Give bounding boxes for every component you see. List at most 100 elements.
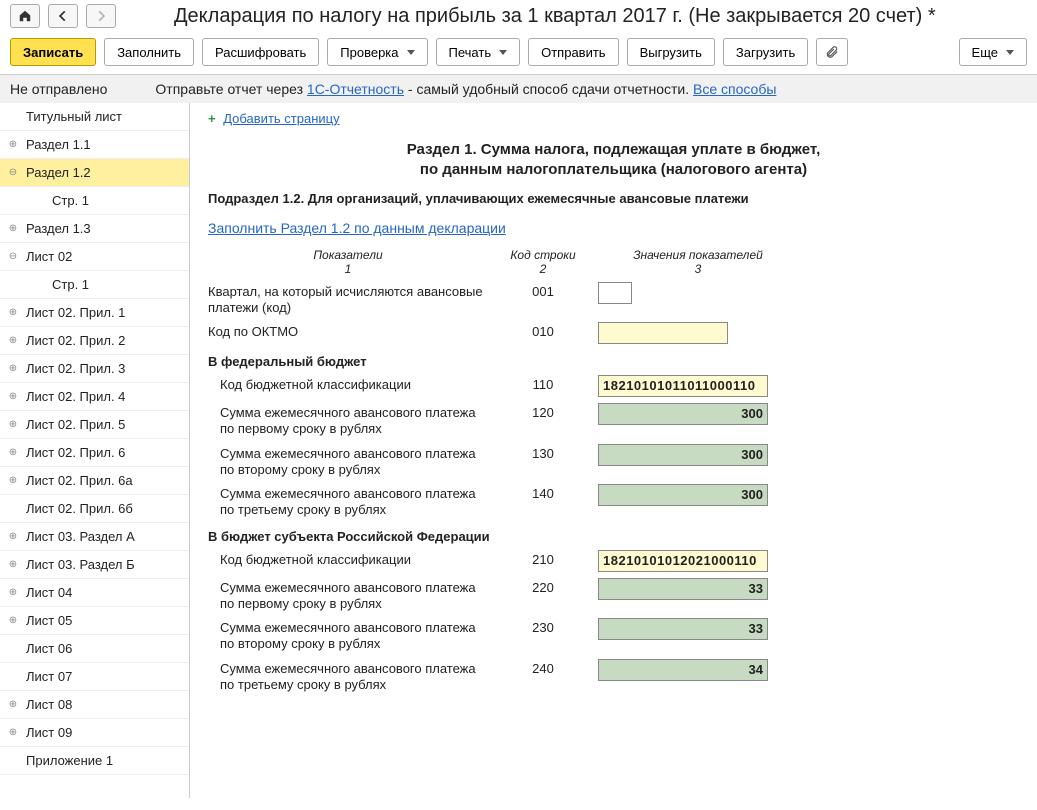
tree-toggle-icon[interactable]: ⊖ (6, 250, 20, 264)
tree-toggle-icon[interactable]: ⊕ (6, 698, 20, 712)
row-label: Сумма ежемесячного авансового платежа по… (208, 484, 488, 519)
subsection-title: Подраздел 1.2. Для организаций, уплачива… (208, 191, 1019, 206)
tree-item[interactable]: ⊕Лист 09 (0, 719, 189, 747)
row-reg-m2: Сумма ежемесячного авансового платежа по… (208, 618, 1019, 653)
row-code: 120 (498, 403, 588, 420)
tree-toggle-icon[interactable]: ⊕ (6, 418, 20, 432)
tree-item-label: Стр. 1 (52, 193, 89, 208)
tree-item-label: Лист 02. Прил. 1 (26, 305, 125, 320)
tree-item-label: Приложение 1 (26, 753, 113, 768)
tree-item[interactable]: ⊕ Лист 02. Прил. 6а (0, 467, 189, 495)
tree-item[interactable]: Лист 02. Прил. 6б (0, 495, 189, 523)
row-fed-kbk: Код бюджетной классификации 110 18210101… (208, 375, 1019, 397)
row-label: Код бюджетной классификации (208, 550, 488, 568)
tree-item-label: Лист 03. Раздел Б (26, 557, 135, 572)
row-label: Код по ОКТМО (208, 322, 488, 340)
tree-toggle-icon[interactable]: ⊕ (6, 586, 20, 600)
tree-toggle-icon[interactable]: ⊕ (6, 334, 20, 348)
toolbar: Записать Заполнить Расшифровать Проверка… (0, 28, 1037, 75)
tree-toggle-icon[interactable]: ⊕ (6, 614, 20, 628)
tree-item[interactable]: Титульный лист (0, 103, 189, 131)
row-label: Код бюджетной классификации (208, 375, 488, 393)
tree-item[interactable]: ⊕Лист 02. Прил. 5 (0, 411, 189, 439)
write-button[interactable]: Записать (10, 38, 96, 66)
tree-toggle-icon[interactable]: ⊕ (6, 446, 20, 460)
tree-item[interactable]: ⊕ Лист 02. Прил. 1 (0, 299, 189, 327)
tree-item[interactable]: Лист 07 (0, 663, 189, 691)
fill-button[interactable]: Заполнить (104, 38, 194, 66)
tree-item[interactable]: ⊕ Лист 02. Прил. 3 (0, 355, 189, 383)
status-hint: Отправьте отчет через 1С-Отчетность - са… (155, 81, 776, 97)
tree-item[interactable]: ⊖Раздел 1.2 (0, 159, 189, 187)
forward-button[interactable] (86, 4, 116, 28)
home-button[interactable] (10, 4, 40, 28)
back-button[interactable] (48, 4, 78, 28)
reg-m1-input[interactable]: 33 (598, 578, 768, 600)
tree-item[interactable]: ⊕ Лист 02. Прил. 6 (0, 439, 189, 467)
tree-item-label: Лист 02. Прил. 6 (26, 445, 125, 460)
tree-toggle-icon[interactable]: ⊕ (6, 530, 20, 544)
tree-item-label: Лист 02. Прил. 3 (26, 361, 125, 376)
tree-item-label: Лист 02. Прил. 6б (26, 501, 133, 516)
fed-m3-input[interactable]: 300 (598, 484, 768, 506)
check-button[interactable]: Проверка (327, 38, 427, 66)
status-link-all[interactable]: Все способы (693, 81, 776, 97)
tree-item[interactable]: ⊕ Лист 04 (0, 579, 189, 607)
tree-toggle-icon[interactable]: ⊕ (6, 390, 20, 404)
row-code: 130 (498, 444, 588, 461)
oktmo-input[interactable] (598, 322, 728, 344)
tree-item[interactable]: Стр. 1 (0, 187, 189, 215)
tree-item[interactable]: ⊕Лист 02. Прил. 4 (0, 383, 189, 411)
tree-toggle-icon[interactable]: ⊕ (6, 306, 20, 320)
tree-item[interactable]: Стр. 1 (0, 271, 189, 299)
row-code: 140 (498, 484, 588, 501)
row-label: Сумма ежемесячного авансового платежа по… (208, 403, 488, 438)
tree-item-label: Лист 02. Прил. 6а (26, 473, 133, 488)
reg-kbk-input[interactable]: 18210101012021000110 (598, 550, 768, 572)
decode-button[interactable]: Расшифровать (202, 38, 319, 66)
section-tree[interactable]: Титульный лист⊕Раздел 1.1⊖Раздел 1.2 Стр.… (0, 103, 190, 798)
tree-item-label: Лист 04 (26, 585, 72, 600)
tree-toggle-icon[interactable]: ⊕ (6, 362, 20, 376)
print-button[interactable]: Печать (436, 38, 521, 66)
tree-item[interactable]: ⊕ Лист 08 (0, 691, 189, 719)
row-label: Сумма ежемесячного авансового платежа по… (208, 659, 488, 694)
export-button[interactable]: Выгрузить (627, 38, 715, 66)
tree-item[interactable]: ⊖Лист 02 (0, 243, 189, 271)
reg-m3-input[interactable]: 34 (598, 659, 768, 681)
status-link-1c[interactable]: 1С-Отчетность (307, 81, 404, 97)
tree-toggle-icon[interactable]: ⊕ (6, 558, 20, 572)
send-button[interactable]: Отправить (528, 38, 618, 66)
add-page-link[interactable]: Добавить страницу (223, 111, 339, 126)
tree-item[interactable]: ⊕Лист 02. Прил. 2 (0, 327, 189, 355)
reg-m2-input[interactable]: 33 (598, 618, 768, 640)
tree-toggle-icon[interactable]: ⊕ (6, 138, 20, 152)
tree-item-label: Лист 05 (26, 613, 72, 628)
tree-item[interactable]: Лист 06 (0, 635, 189, 663)
import-button[interactable]: Загрузить (723, 38, 808, 66)
tree-item[interactable]: ⊕Лист 03. Раздел А (0, 523, 189, 551)
tree-item[interactable]: ⊕ Лист 05 (0, 607, 189, 635)
check-button-label: Проверка (340, 45, 398, 60)
tree-item[interactable]: ⊕Раздел 1.3 (0, 215, 189, 243)
tree-item[interactable]: ⊕Раздел 1.1 (0, 131, 189, 159)
quarter-input[interactable] (598, 282, 632, 304)
tree-toggle-icon[interactable]: ⊖ (6, 166, 20, 180)
row-label: Сумма ежемесячного авансового платежа по… (208, 618, 488, 653)
attachment-button[interactable] (816, 38, 848, 66)
status-state: Не отправлено (10, 81, 107, 97)
column-headers: Показатели 1 Код строки 2 Значения показ… (208, 248, 1019, 276)
fed-kbk-input[interactable]: 18210101011011000110 (598, 375, 768, 397)
tree-toggle-icon[interactable]: ⊕ (6, 726, 20, 740)
chevron-down-icon (1006, 50, 1014, 55)
tree-toggle-icon[interactable]: ⊕ (6, 474, 20, 488)
tree-toggle-icon[interactable]: ⊕ (6, 222, 20, 236)
fill-section-link[interactable]: Заполнить Раздел 1.2 по данным деклараци… (208, 220, 506, 236)
tree-item-label: Лист 08 (26, 697, 72, 712)
fed-m2-input[interactable]: 300 (598, 444, 768, 466)
tree-item[interactable]: ⊕ Лист 03. Раздел Б (0, 551, 189, 579)
fed-m1-input[interactable]: 300 (598, 403, 768, 425)
tree-item[interactable]: Приложение 1 (0, 747, 189, 775)
more-button[interactable]: Еще (959, 38, 1027, 66)
row-quarter: Квартал, на который исчисляются авансовы… (208, 282, 1019, 317)
